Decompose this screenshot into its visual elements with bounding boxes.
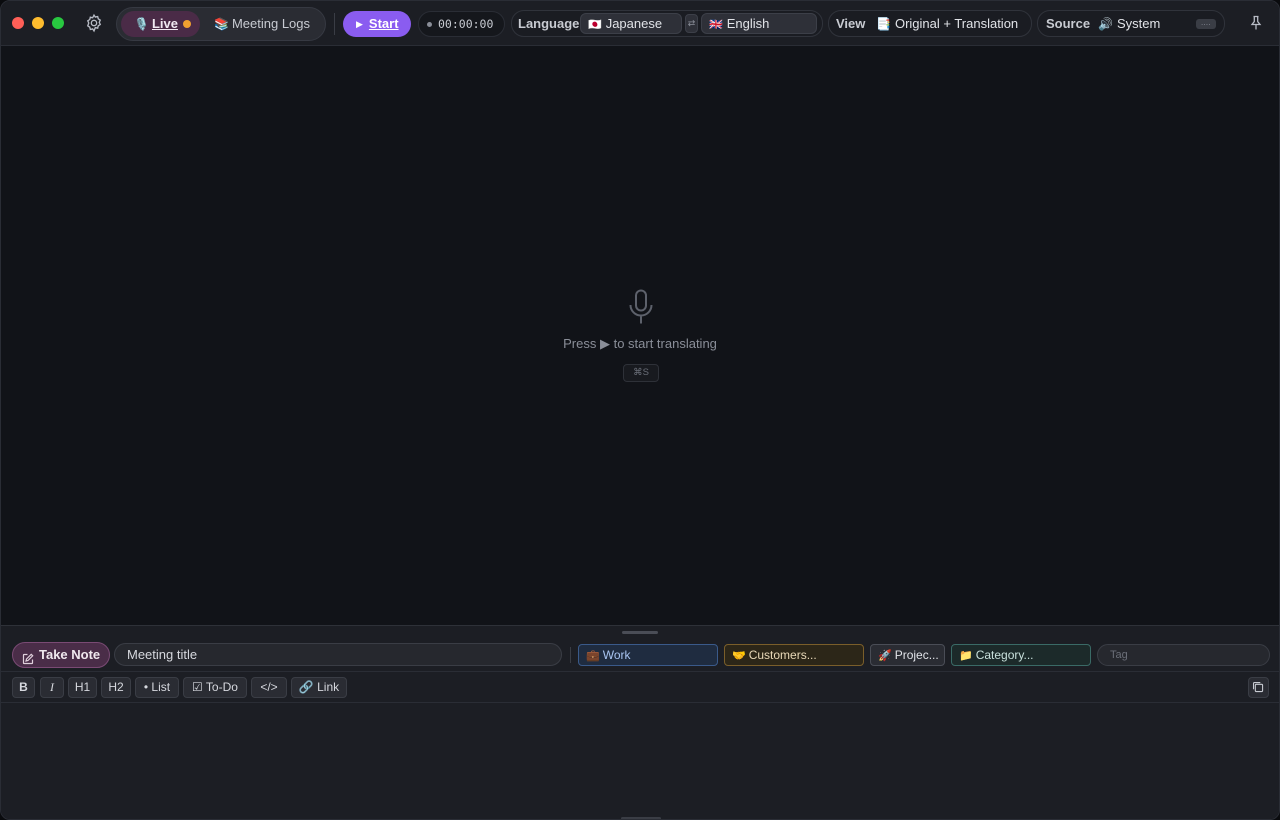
handshake-icon: 🤝 [732, 650, 746, 662]
zoom-window-button[interactable] [52, 17, 64, 29]
japan-flag-icon: 🇯🇵 [588, 19, 602, 31]
toolbar-divider [334, 13, 335, 35]
source-language-select[interactable]: 🇯🇵 Japanese [580, 13, 682, 34]
project-label: Projec... [894, 648, 939, 662]
start-button-label: Start [368, 16, 399, 31]
briefcase-icon: 💼 [586, 650, 600, 662]
customers-label: Customers... [748, 648, 817, 662]
category-select[interactable]: 📁 Category... [951, 644, 1091, 666]
speaker-icon: 🔊 [1098, 17, 1113, 31]
minimize-window-button[interactable] [32, 17, 44, 29]
tab-meeting-logs[interactable]: 📚 Meeting Logs [214, 11, 310, 37]
meeting-title-input[interactable]: Meeting title [114, 643, 562, 666]
project-select[interactable]: 🚀 Projec... [870, 644, 945, 666]
translation-area: Press ▶ to start translating ⌘S [1, 46, 1279, 625]
uk-flag-icon: 🇬🇧 [709, 19, 723, 31]
source-group[interactable]: Source 🔊 System .... [1037, 10, 1225, 37]
edit-icon [22, 649, 34, 665]
recording-dot [182, 20, 191, 28]
format-toolbar: B I H1 H2 • List ☑ To-Do </> 🔗 Link [1, 671, 1279, 703]
notes-panel: Take Note Meeting title 💼 Work 🤝 Customers… [1, 625, 1279, 819]
hint-suffix: to start translating [613, 336, 717, 351]
source-language-value: Japanese [605, 16, 663, 31]
list-button[interactable]: • List [135, 677, 179, 698]
audio-level-meter: .... [1196, 19, 1216, 29]
timer-status-dot [427, 22, 432, 27]
microphone-icon [628, 289, 654, 325]
view-group[interactable]: View 📑 Original + Translation [828, 10, 1032, 37]
source-select[interactable]: 🔊 System [1098, 11, 1160, 37]
customers-select[interactable]: 🤝 Customers... [724, 644, 864, 666]
take-note-label: Take Note [39, 647, 101, 662]
books-icon: 📚 [214, 17, 229, 31]
language-group: Language 🇯🇵 Japanese ⇄ 🇬🇧 English [511, 10, 823, 37]
target-language-select[interactable]: 🇬🇧 English [701, 13, 817, 34]
language-label: Language [518, 16, 580, 31]
document-icon: 📑 [876, 17, 891, 31]
view-label: View [836, 16, 866, 31]
tab-live[interactable]: 🎙️ Live [121, 11, 200, 37]
note-editor[interactable] [1, 704, 1279, 814]
swap-icon: ⇄ [687, 18, 696, 28]
empty-state-hint: Press ▶ to start translating [1, 336, 1279, 352]
heading2-button[interactable]: H2 [101, 677, 131, 698]
app-window: 🎙️ Live 📚 Meeting Logs ▶ Start 00:00:00 Lan… [0, 0, 1280, 820]
microphone-icon: 🎙️ [134, 17, 149, 31]
rocket-icon: 🚀 [878, 650, 892, 662]
source-label: Source [1046, 16, 1091, 31]
take-note-button[interactable]: Take Note [12, 642, 110, 668]
category-label: Category... [975, 648, 1034, 662]
source-value: System [1116, 16, 1161, 31]
folder-icon: 📁 [959, 650, 973, 662]
hint-prefix: Press [563, 336, 597, 351]
keyboard-shortcut-badge: ⌘S [623, 364, 659, 382]
view-value: Original + Translation [894, 16, 1019, 31]
copy-icon[interactable] [1248, 677, 1269, 698]
resize-handle[interactable] [622, 631, 658, 634]
work-tag-label: Work [602, 648, 631, 662]
play-icon: ▶ [599, 336, 610, 351]
timer-value: 00:00:00 [438, 17, 494, 31]
heading1-button[interactable]: H1 [68, 677, 97, 698]
italic-button[interactable]: I [40, 677, 64, 698]
pin-icon[interactable] [1250, 15, 1262, 31]
close-window-button[interactable] [12, 17, 24, 29]
toolbar: 🎙️ Live 📚 Meeting Logs ▶ Start 00:00:00 Lan… [1, 1, 1279, 46]
link-button[interactable]: 🔗 Link [291, 677, 347, 698]
tab-meeting-logs-label: Meeting Logs [231, 16, 311, 31]
mode-switcher: 🎙️ Live 📚 Meeting Logs [116, 7, 326, 41]
todo-button[interactable]: ☑ To-Do [183, 677, 247, 698]
divider [570, 647, 571, 663]
target-language-value: English [726, 16, 770, 31]
code-button[interactable]: </> [251, 677, 287, 698]
tab-live-label: Live [151, 16, 178, 31]
bold-button[interactable]: B [12, 677, 35, 698]
swap-languages-button[interactable]: ⇄ [685, 14, 698, 33]
view-select[interactable]: 📑 Original + Translation [876, 11, 1018, 37]
tag-input[interactable]: Tag [1097, 644, 1270, 666]
play-icon: ▶ [356, 19, 363, 29]
gear-icon[interactable] [84, 13, 104, 33]
session-timer: 00:00:00 [418, 11, 505, 37]
start-button[interactable]: ▶ Start [343, 11, 411, 37]
work-tag-select[interactable]: 💼 Work [578, 644, 718, 666]
